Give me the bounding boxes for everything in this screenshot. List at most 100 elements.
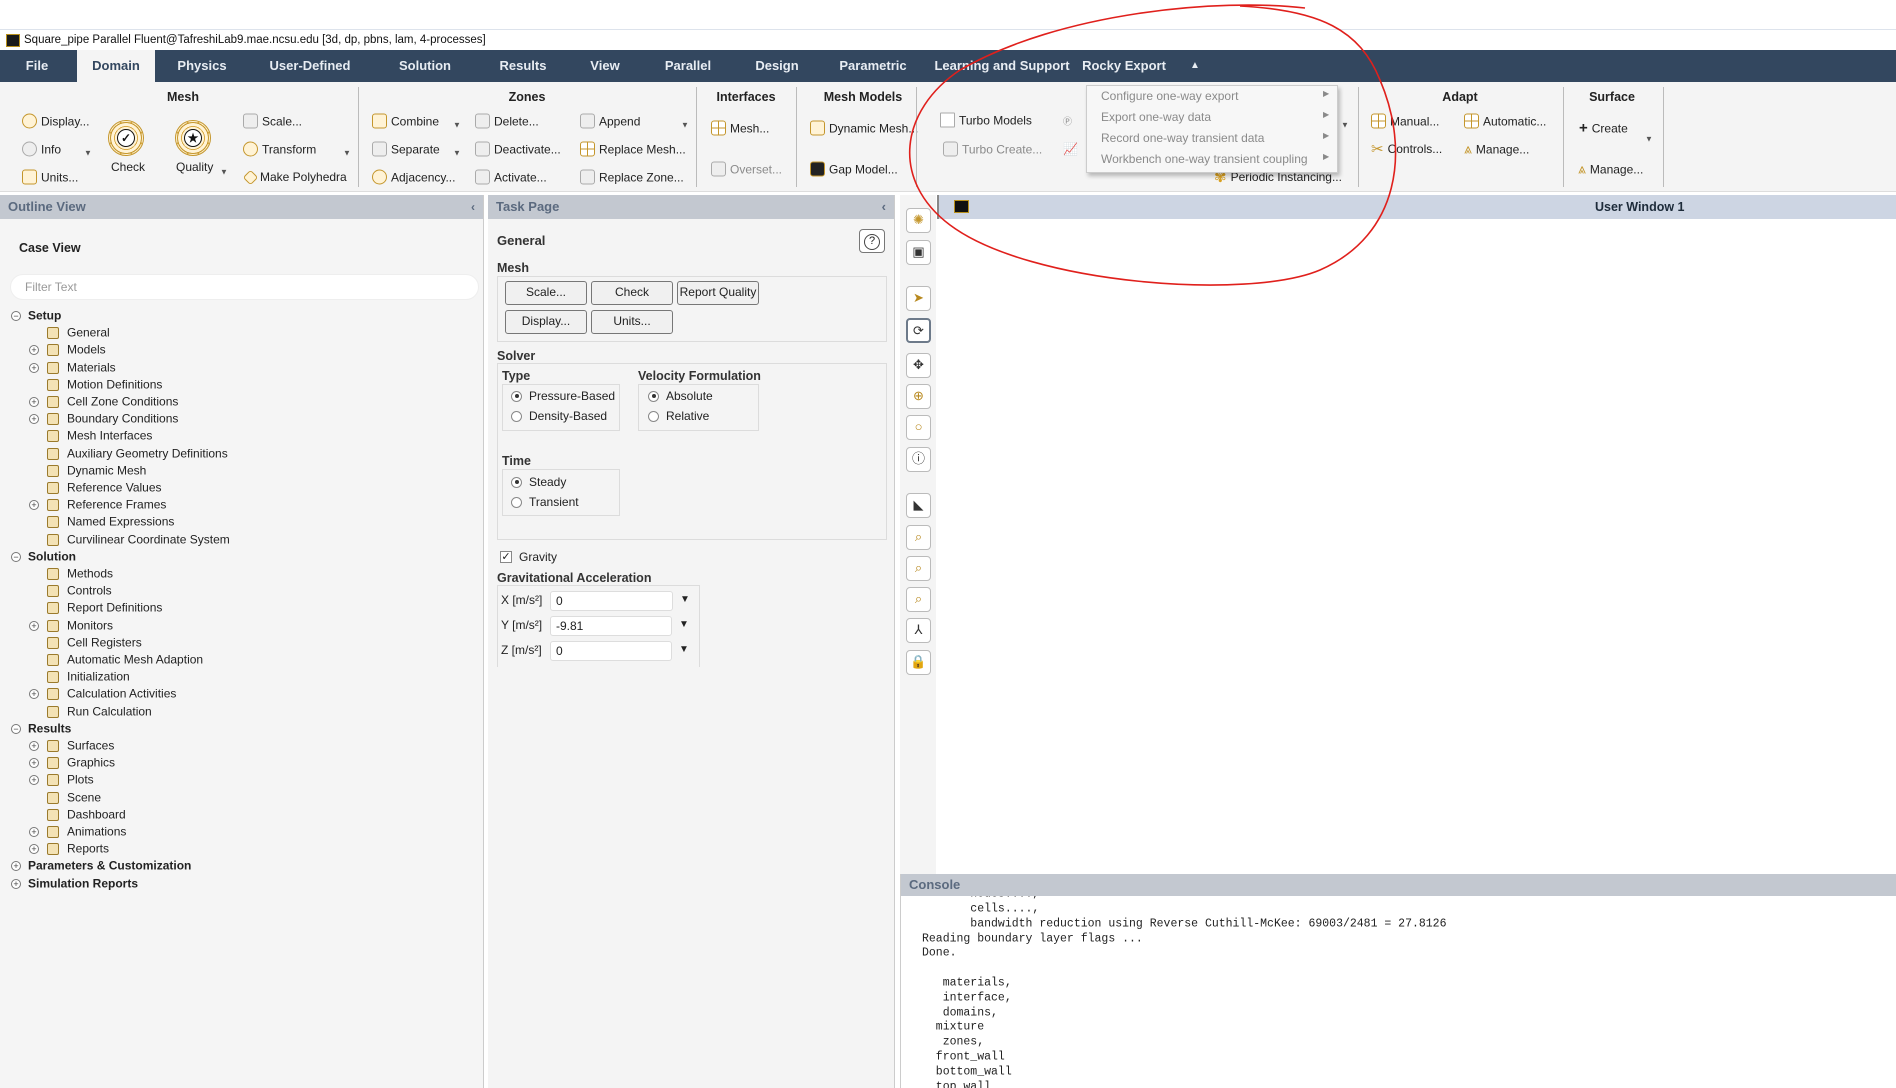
tree-section[interactable]: Simulation Reports — [28, 875, 138, 892]
tab-solution[interactable]: Solution — [385, 50, 465, 82]
tree-item[interactable]: Animations — [67, 824, 126, 841]
tree-section[interactable]: Setup — [28, 308, 61, 325]
zoom-out-icon[interactable]: ⌕ — [906, 587, 931, 612]
chevron-down-icon[interactable]: ▼ — [453, 149, 461, 158]
append-button[interactable]: Append — [580, 113, 640, 129]
expand-icon[interactable]: + — [29, 414, 39, 425]
y-gravity-input[interactable]: -9.81 — [550, 616, 672, 636]
tab-parallel[interactable]: Parallel — [651, 50, 725, 82]
rotate-icon[interactable]: ⟳ — [906, 318, 931, 343]
graphics-window-title[interactable]: User Window 1 — [1595, 200, 1684, 214]
parameter-icon[interactable]: Ⓟ — [1063, 115, 1072, 128]
tree-item[interactable]: Cell Registers — [67, 634, 142, 651]
zoom-in-out-icon[interactable]: ⊕ — [906, 384, 931, 409]
expand-icon[interactable]: + — [29, 345, 39, 356]
expand-icon[interactable]: + — [11, 878, 21, 889]
tree-section[interactable]: Parameters & Customization — [28, 858, 191, 875]
chevron-down-icon[interactable]: ▼ — [1645, 135, 1653, 144]
chevron-down-icon[interactable]: ▼ — [84, 149, 92, 158]
adapt-manual-button[interactable]: Manual... — [1371, 113, 1439, 129]
density-based-radio[interactable]: Density-Based — [511, 409, 607, 423]
view-cube-icon[interactable]: ▣ — [906, 240, 931, 265]
tree-item[interactable]: Initialization — [67, 669, 130, 686]
tree-item[interactable]: Plots — [67, 772, 94, 789]
report-quality-button[interactable]: Report Quality — [677, 281, 759, 305]
tree-item[interactable]: Controls — [67, 583, 112, 600]
expand-icon[interactable]: + — [29, 844, 39, 855]
tab-results[interactable]: Results — [486, 50, 561, 82]
check-button[interactable]: Check — [591, 281, 673, 305]
tree-item[interactable]: Graphics — [67, 755, 115, 772]
pan-icon[interactable]: ✥ — [906, 353, 931, 378]
collapse-panel-icon[interactable]: ‹ — [471, 195, 475, 219]
tree-item[interactable]: Reference Frames — [67, 497, 166, 514]
expand-icon[interactable]: + — [29, 397, 39, 407]
filter-text-input[interactable]: Filter Text — [10, 274, 479, 300]
tree-item[interactable]: Surfaces — [67, 738, 114, 755]
tree-item[interactable]: Curvilinear Coordinate System — [67, 531, 230, 548]
scale-button[interactable]: Scale... — [243, 113, 302, 129]
tree-section[interactable]: Solution — [28, 548, 76, 565]
collapse-icon[interactable]: − — [11, 551, 21, 562]
expand-icon[interactable]: + — [29, 741, 39, 751]
delete-zone-button[interactable]: Delete... — [475, 113, 539, 129]
tree-item[interactable]: Reference Values — [67, 480, 162, 497]
expand-icon[interactable]: + — [29, 758, 39, 769]
chevron-down-icon[interactable]: ▼ — [680, 594, 690, 605]
replace-zone-button[interactable]: Replace Zone... — [580, 169, 684, 185]
zoom-previous-icon[interactable]: ⌕ — [906, 556, 931, 581]
tree-item[interactable]: Models — [67, 342, 106, 359]
pressure-based-radio[interactable]: Pressure-Based — [511, 389, 615, 403]
check-mesh-button[interactable]: Check — [111, 160, 145, 174]
pointer-icon[interactable]: ➤ — [906, 286, 931, 311]
expand-icon[interactable]: + — [11, 861, 21, 872]
mesh-display-icon[interactable]: ✺ — [906, 208, 931, 233]
chevron-down-icon[interactable]: ▼ — [679, 619, 689, 630]
menu-item-record-one-way-transient-data[interactable]: Record one-way transient data ▶ — [1101, 131, 1329, 145]
tree-item[interactable]: Materials — [67, 359, 116, 376]
absolute-radio[interactable]: Absolute — [648, 389, 713, 403]
tree-item[interactable]: Motion Definitions — [67, 376, 162, 393]
turbo-create-button[interactable]: Turbo Create... — [943, 141, 1042, 157]
adjacency-button[interactable]: Adjacency... — [372, 169, 455, 185]
tree-item[interactable]: Reports — [67, 841, 109, 858]
tree-section[interactable]: Results — [28, 720, 71, 737]
tab-design[interactable]: Design — [741, 50, 812, 82]
expand-icon[interactable]: + — [29, 689, 39, 700]
menu-item-export-one-way-data[interactable]: Export one-way data ▶ — [1101, 110, 1329, 124]
expand-icon[interactable]: + — [29, 827, 39, 837]
console-output[interactable]: nodes...., cells...., bandwidth reductio… — [901, 896, 1896, 1088]
turbo-plot-icon[interactable]: 📈 — [1063, 142, 1078, 156]
expand-icon[interactable]: + — [29, 620, 39, 631]
transient-radio[interactable]: Transient — [511, 495, 579, 509]
tree-item[interactable]: General — [67, 325, 110, 342]
mesh-units-button[interactable]: Units... — [22, 169, 78, 185]
tab-physics[interactable]: Physics — [163, 50, 240, 82]
check-mesh-icon[interactable]: ✓ — [108, 120, 144, 156]
turbo-models-checkbox[interactable]: Turbo Models — [940, 112, 1032, 128]
combine-button[interactable]: Combine — [372, 113, 439, 129]
mesh-quality-icon[interactable]: ★ — [175, 120, 211, 156]
menu-item-workbench-one-way-transient-coupling[interactable]: Workbench one-way transient coupling ▶ — [1101, 152, 1329, 166]
tree-item[interactable]: Auxiliary Geometry Definitions — [67, 445, 228, 462]
collapse-ribbon-icon[interactable]: ▲ — [1176, 50, 1214, 82]
chevron-down-icon[interactable]: ▼ — [220, 168, 228, 177]
steady-radio[interactable]: Steady — [511, 475, 566, 489]
adapt-manage-button[interactable]: ⩓ Manage... — [1464, 141, 1529, 158]
tree-item[interactable]: Boundary Conditions — [67, 411, 178, 428]
tab-view[interactable]: View — [576, 50, 633, 82]
adapt-automatic-button[interactable]: Automatic... — [1464, 113, 1546, 129]
tree-item[interactable]: Dashboard — [67, 806, 126, 823]
tree-item[interactable]: Named Expressions — [67, 514, 174, 531]
tree-item[interactable]: Cell Zone Conditions — [67, 394, 178, 411]
expand-icon[interactable]: + — [29, 500, 39, 511]
z-gravity-input[interactable]: 0 — [550, 641, 672, 661]
tree-item[interactable]: Dynamic Mesh — [67, 462, 146, 479]
tab-domain[interactable]: Domain — [77, 50, 155, 82]
chevron-down-icon[interactable]: ▼ — [1341, 121, 1349, 130]
relative-radio[interactable]: Relative — [648, 409, 709, 423]
transform-button[interactable]: Transform — [243, 141, 316, 157]
overset-button[interactable]: Overset... — [711, 161, 782, 177]
chevron-down-icon[interactable]: ▼ — [343, 149, 351, 158]
gap-model-button[interactable]: Gap Model... — [810, 161, 898, 177]
